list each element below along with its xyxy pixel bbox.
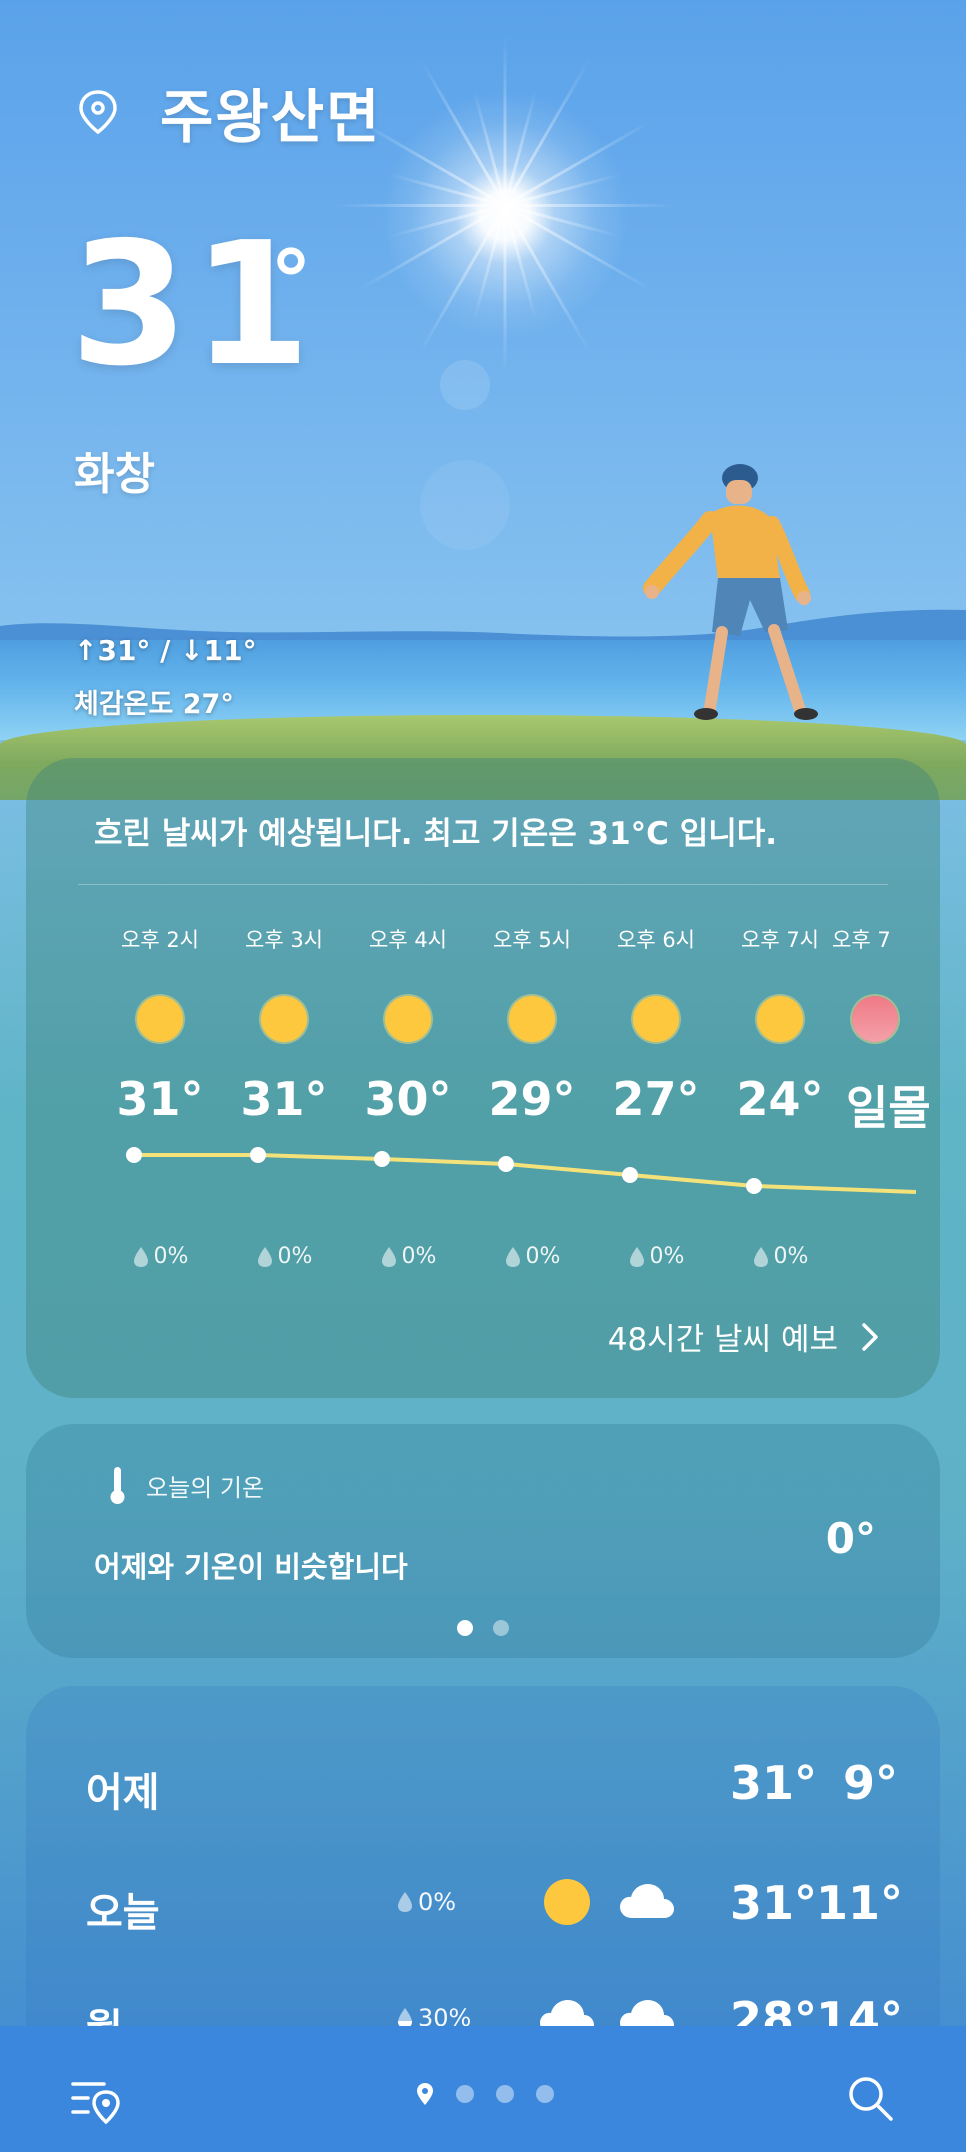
daily-row[interactable]: 어제 31° 9° [26, 1750, 940, 1830]
hourly-item: 오후 6시 27° [594, 924, 718, 1128]
raindrop-icon [381, 1246, 396, 1267]
day-low: 9° [842, 1756, 898, 1810]
sun-icon [261, 996, 307, 1042]
hour-time: 오후 2시 [121, 928, 199, 952]
rain-probability: 0% [649, 1244, 685, 1269]
day-low: 11° [816, 1876, 904, 1930]
forecast-link-label: 48시간 날씨 예보 [607, 1322, 838, 1358]
hour-temperature: 31° [116, 1072, 204, 1126]
bottom-bar [0, 2026, 966, 2152]
hour-temperature: 29° [488, 1072, 576, 1126]
high-low-temperature: ↑31° / ↓11° [74, 634, 257, 667]
page-dot[interactable] [496, 2085, 514, 2103]
hourly-item: 오후 7시 24° [718, 924, 842, 1128]
48-hour-forecast-link[interactable]: 48시간 날씨 예보 [608, 1314, 880, 1359]
sun-icon [757, 996, 803, 1042]
chevron-right-icon [862, 1322, 878, 1351]
search-icon[interactable] [846, 2074, 894, 2122]
day-high: 31° [730, 1756, 818, 1810]
sun-icon [536, 1874, 598, 1930]
walking-person-illustration [643, 464, 818, 720]
sunset-icon [852, 996, 898, 1042]
hourly-item: 오후 4시 30° [346, 924, 470, 1128]
location-list-icon[interactable] [70, 2078, 122, 2124]
location-page-indicator[interactable] [416, 2082, 554, 2106]
hourly-item: 오후 2시 31° [98, 924, 222, 1128]
hourly-item: 오후 5시 29° [470, 924, 594, 1128]
hour-time: 오후 6시 [617, 928, 695, 952]
rain-probability: 0% [773, 1244, 809, 1269]
thermometer-icon [110, 1467, 125, 1504]
rain-probability: 0% [277, 1244, 313, 1269]
trend-point [498, 1156, 514, 1172]
hour-time: 오후 7시 [741, 928, 819, 952]
weather-summary: 흐린 날씨가 예상됩니다. 최고 기온은 31°C 입니다. [94, 816, 778, 852]
trend-point [622, 1167, 638, 1183]
trend-point [374, 1151, 390, 1167]
divider [78, 884, 888, 885]
hour-time: 오후 3시 [245, 928, 323, 952]
hour-time: 오후 7 [832, 928, 891, 952]
raindrop-icon [505, 1246, 520, 1267]
hour-temperature: 27° [612, 1072, 700, 1126]
sun-icon [509, 996, 555, 1042]
day-rain: 0% [396, 1888, 456, 1916]
current-location-pin-icon[interactable] [416, 2082, 434, 2106]
hourly-item: 오후 3시 31° [222, 924, 346, 1128]
temperature-comparison-card[interactable]: 오늘의 기온 어제와 기온이 비슷합니다 0° [26, 1424, 940, 1658]
rain-probability: 0% [525, 1244, 561, 1269]
hour-temperature: 24° [736, 1072, 824, 1126]
raindrop-icon [257, 1246, 272, 1267]
hour-time: 오후 4시 [369, 928, 447, 952]
day-name: 어제 [86, 1770, 160, 1816]
hour-time: 오후 5시 [493, 928, 571, 952]
raindrop-icon [629, 1246, 644, 1267]
sun-icon [137, 996, 183, 1042]
sun-icon [385, 996, 431, 1042]
day-name: 오늘 [86, 1890, 160, 1936]
rain-probability: 0% [153, 1244, 189, 1269]
sun-glow [380, 90, 630, 340]
temperature-trend-line [126, 1147, 917, 1194]
raindrop-icon [398, 1892, 412, 1912]
daily-row[interactable]: 오늘 0% 31° 11° [26, 1870, 940, 1950]
hour-temperature: 31° [240, 1072, 328, 1126]
hour-temperature: 일몰 [846, 1081, 931, 1128]
current-condition: 화창 [74, 449, 155, 500]
hourly-item-partial: 오후 7 일몰 [826, 924, 940, 1128]
location-name: 주왕산면 [160, 83, 382, 151]
rain-probability: 0% [418, 1888, 457, 1916]
page-dot[interactable] [536, 2085, 554, 2103]
trend-point [746, 1178, 762, 1194]
page-dot[interactable] [493, 1620, 509, 1636]
lens-flare [420, 460, 510, 550]
location-pin-icon [79, 90, 117, 135]
raindrop-icon [753, 1246, 768, 1267]
page-dot-active[interactable] [457, 1620, 473, 1636]
location-header[interactable]: 주왕산면 [78, 70, 381, 154]
lens-flare [440, 360, 490, 410]
feels-like-temperature: 체감온도 27° [74, 689, 234, 720]
hourly-forecast-card[interactable]: 흐린 날씨가 예상됩니다. 최고 기온은 31°C 입니다. 오후 2시 31°… [26, 758, 940, 1398]
temperature-difference: 0° [825, 1514, 876, 1563]
card-page-indicator[interactable] [26, 1620, 940, 1636]
raindrop-icon [133, 1246, 148, 1267]
comparison-title: 오늘의 기온 [146, 1474, 265, 1502]
trend-point [126, 1147, 142, 1163]
hour-temperature: 30° [364, 1072, 452, 1126]
page-dot[interactable] [456, 2085, 474, 2103]
day-high: 31° [730, 1876, 818, 1930]
sun-icon [633, 996, 679, 1042]
cloud-icon [620, 1884, 674, 1918]
rain-probability: 0% [401, 1244, 437, 1269]
comparison-description: 어제와 기온이 비슷합니다 [94, 1550, 408, 1584]
degree-symbol: ° [270, 232, 312, 330]
trend-point [250, 1147, 266, 1163]
